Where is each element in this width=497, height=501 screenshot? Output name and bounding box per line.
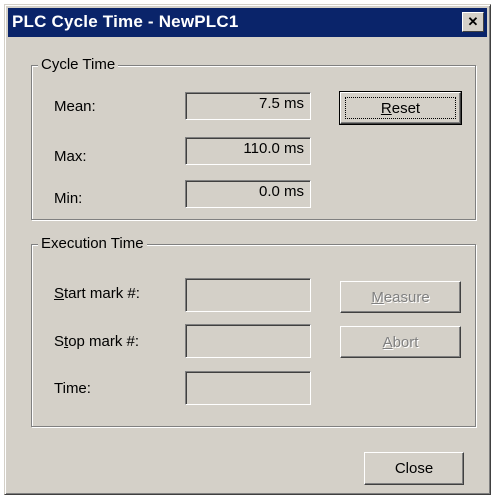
abort-button-label: Abort bbox=[382, 333, 419, 351]
stop-mark-input[interactable] bbox=[185, 324, 311, 358]
mean-value-field: 7.5 ms bbox=[185, 92, 311, 120]
measure-button[interactable]: Measure bbox=[340, 281, 461, 313]
max-value-field: 110.0 ms bbox=[185, 137, 311, 165]
cycle-time-group: Cycle Time Mean: 7.5 ms Max: 110.0 ms Mi… bbox=[31, 56, 476, 220]
title-bar: PLC Cycle Time - NewPLC1 ✕ bbox=[8, 8, 487, 37]
cycle-time-legend: Cycle Time bbox=[38, 56, 119, 73]
close-button[interactable]: Close bbox=[364, 452, 464, 485]
time-value-field bbox=[185, 371, 311, 405]
close-button-label: Close bbox=[394, 460, 434, 477]
mean-label: Mean: bbox=[54, 98, 96, 115]
start-mark-input[interactable] bbox=[185, 278, 311, 312]
start-mark-label: Start mark #: bbox=[54, 285, 140, 302]
abort-button[interactable]: Abort bbox=[340, 326, 461, 358]
stop-mark-label: Stop mark #: bbox=[54, 333, 140, 350]
window-title: PLC Cycle Time - NewPLC1 bbox=[12, 12, 239, 31]
measure-button-label: Measure bbox=[371, 288, 430, 306]
time-label: Time: bbox=[54, 380, 91, 397]
dialog-window: PLC Cycle Time - NewPLC1 ✕ Cycle Time Me… bbox=[4, 4, 491, 495]
close-icon: ✕ bbox=[467, 14, 479, 29]
max-label: Max: bbox=[54, 148, 87, 165]
title-close-button[interactable]: ✕ bbox=[462, 12, 484, 32]
min-value-field: 0.0 ms bbox=[185, 180, 311, 208]
execution-time-legend: Execution Time bbox=[38, 235, 147, 252]
reset-button[interactable]: Reset bbox=[339, 91, 462, 125]
min-label: Min: bbox=[54, 190, 83, 207]
execution-time-group: Execution Time Start mark #: Stop mark #… bbox=[31, 235, 476, 427]
